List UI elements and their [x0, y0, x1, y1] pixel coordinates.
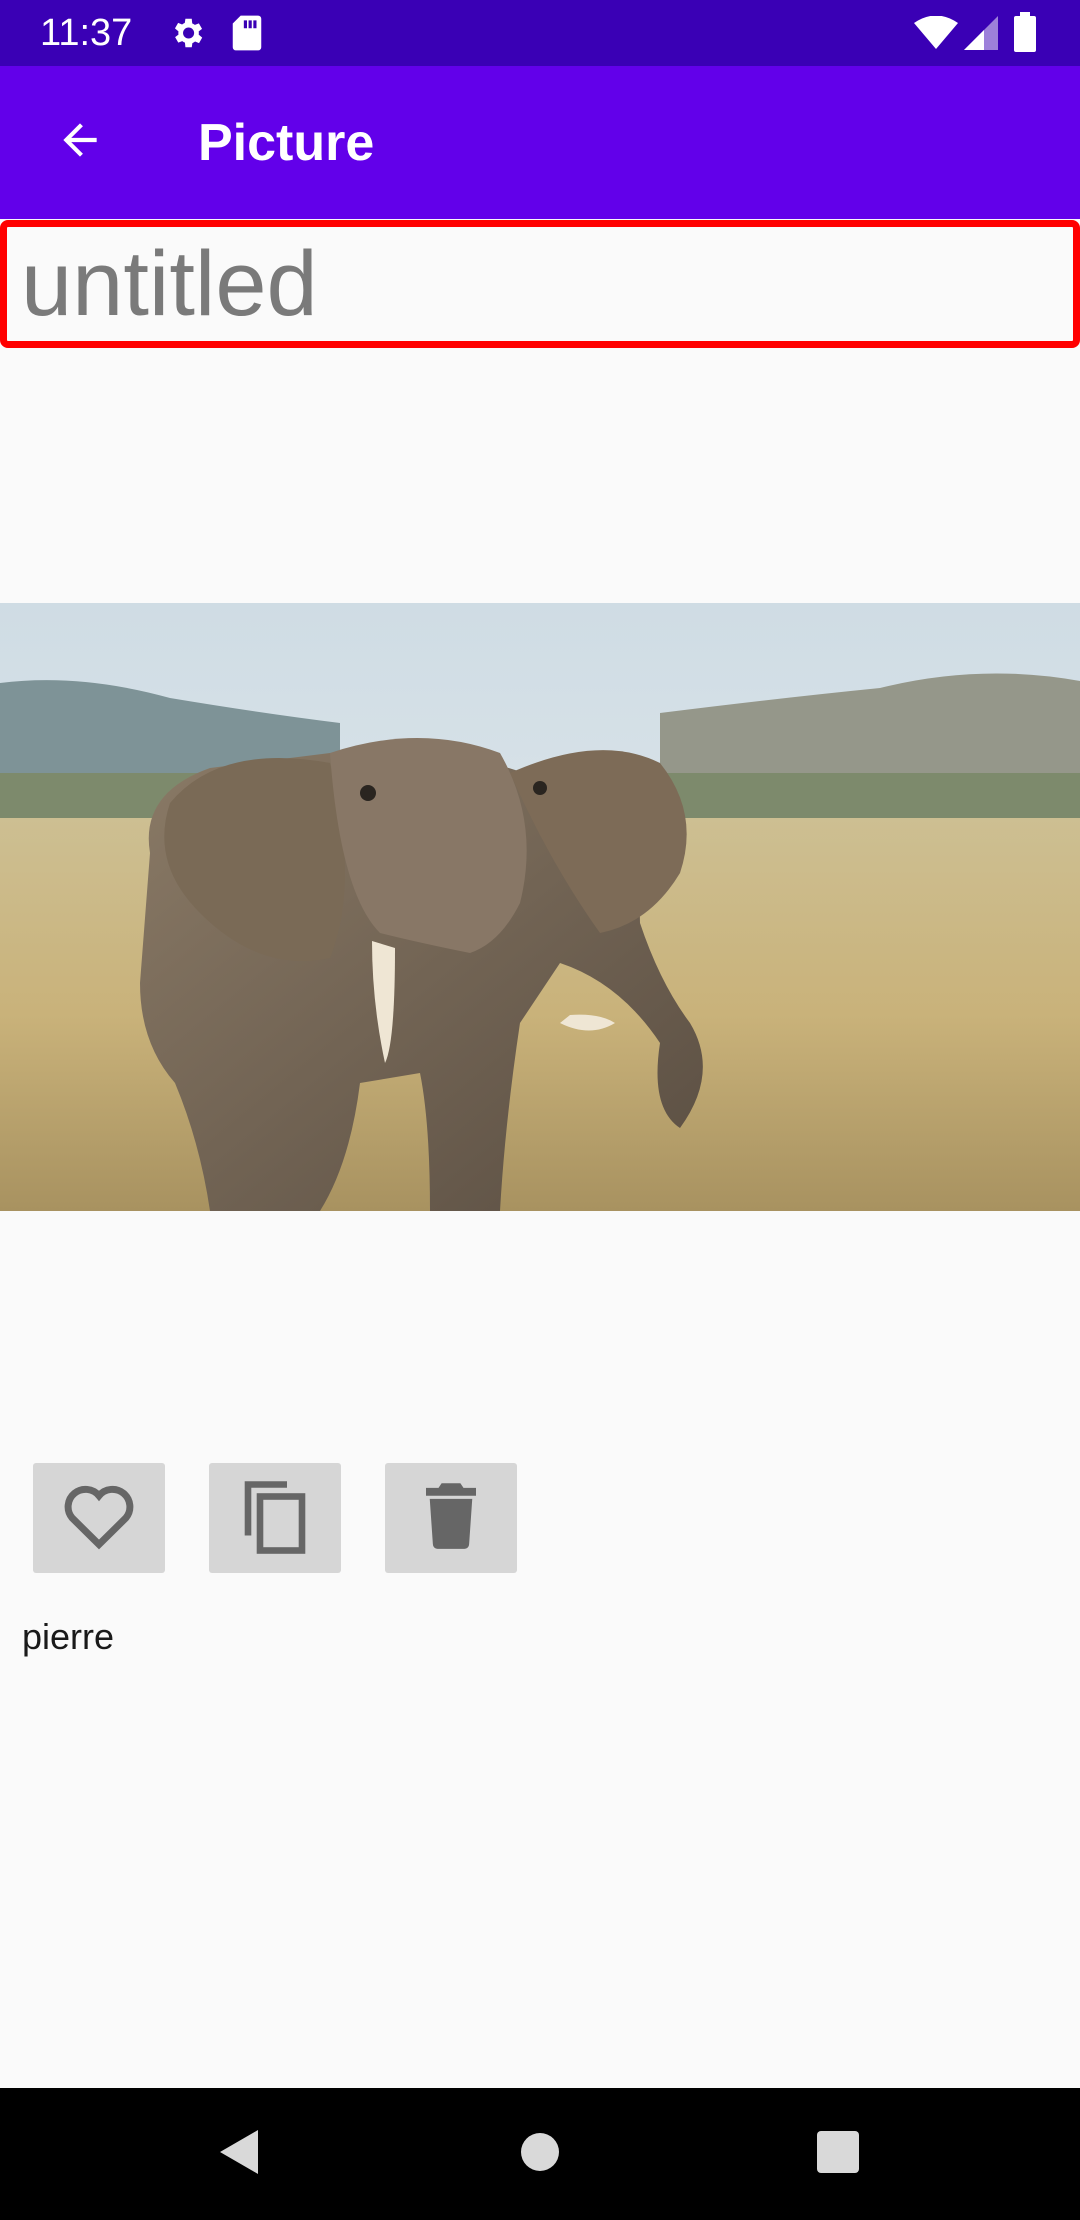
- status-time: 11:37: [40, 12, 133, 54]
- nav-recents-button[interactable]: [798, 2088, 878, 2220]
- battery-icon: [1014, 12, 1036, 57]
- trash-icon: [426, 1482, 476, 1554]
- nav-bar: [0, 2088, 1080, 2220]
- app-bar: Picture: [0, 66, 1080, 219]
- home-circle-icon: [520, 2132, 560, 2177]
- heart-outline-icon: [61, 1481, 137, 1556]
- wifi-icon: [914, 15, 958, 55]
- copy-icon: [239, 1475, 311, 1562]
- sd-card-icon: [230, 14, 264, 57]
- arrow-back-icon: [55, 115, 105, 170]
- back-button[interactable]: [34, 96, 126, 188]
- favorite-button[interactable]: [33, 1463, 165, 1573]
- author-label: pierre: [22, 1616, 115, 1657]
- delete-button[interactable]: [385, 1463, 517, 1573]
- copy-button[interactable]: [209, 1463, 341, 1573]
- status-bar: 11:37: [0, 0, 1080, 66]
- back-triangle-icon: [220, 2129, 260, 2179]
- nav-home-button[interactable]: [500, 2088, 580, 2220]
- page-title: Picture: [198, 114, 375, 172]
- elephant-photo: [0, 603, 1080, 1211]
- nav-back-button[interactable]: [200, 2088, 280, 2220]
- title-input[interactable]: [7, 227, 1073, 341]
- settings-icon: [168, 14, 206, 57]
- cell-signal-icon: [964, 16, 998, 55]
- title-field[interactable]: [0, 220, 1080, 348]
- recents-square-icon: [817, 2130, 859, 2178]
